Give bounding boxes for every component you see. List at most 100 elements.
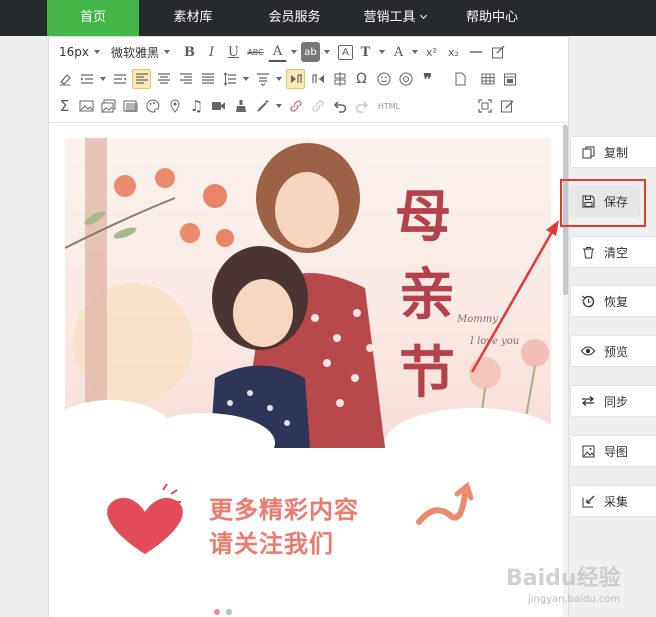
nav-help-center[interactable]: 帮助中心 bbox=[447, 0, 537, 36]
text-format-dropdown[interactable] bbox=[378, 42, 386, 62]
special-char-button[interactable]: Ω bbox=[352, 69, 371, 89]
map-pin-icon bbox=[169, 99, 180, 113]
magic-wand-icon bbox=[256, 100, 268, 112]
align-justify-button[interactable] bbox=[198, 69, 217, 89]
subscript-button[interactable]: x₂ bbox=[444, 42, 463, 62]
nav-materials[interactable]: 素材库 bbox=[139, 0, 247, 36]
strikethrough-button[interactable]: ABC bbox=[246, 42, 265, 62]
font-size-select[interactable]: 16px bbox=[55, 42, 104, 62]
watermark-url: jingyan.baidu.com bbox=[528, 594, 621, 605]
superscript-button[interactable]: x² bbox=[422, 42, 441, 62]
line-height-dropdown[interactable] bbox=[242, 69, 250, 89]
underline-button[interactable]: U bbox=[224, 42, 243, 62]
new-doc-button[interactable] bbox=[450, 69, 469, 89]
magic-wand-dropdown[interactable] bbox=[275, 96, 283, 116]
indent-dropdown[interactable] bbox=[99, 69, 107, 89]
clear-button[interactable]: 清空 bbox=[570, 236, 656, 268]
nav-membership-label: 会员服务 bbox=[268, 10, 321, 25]
watermark-text: Baidu经验 bbox=[506, 566, 621, 591]
restore-button-label: 恢复 bbox=[604, 294, 629, 309]
italic-button[interactable]: I bbox=[202, 42, 221, 62]
insert-image-button[interactable] bbox=[77, 96, 96, 116]
toolbar-row-2: Ω ❞ bbox=[55, 67, 522, 91]
edit-mode-button[interactable] bbox=[497, 96, 516, 116]
template-button[interactable] bbox=[500, 69, 519, 89]
undo-button[interactable] bbox=[330, 96, 349, 116]
nav-marketing-tools[interactable]: 营销工具 bbox=[342, 0, 447, 36]
banner-title-char-3: 节 bbox=[399, 340, 455, 406]
align-left-button[interactable] bbox=[132, 69, 151, 89]
preview-button[interactable]: 预览 bbox=[570, 335, 656, 367]
mention-button[interactable] bbox=[396, 69, 415, 89]
link-button[interactable] bbox=[286, 96, 305, 116]
copy-button[interactable]: 复制 bbox=[570, 136, 656, 168]
nav-membership[interactable]: 会员服务 bbox=[247, 0, 342, 36]
formula-button[interactable]: Σ bbox=[55, 96, 74, 116]
eraser-icon bbox=[59, 74, 71, 86]
palette-icon bbox=[145, 99, 159, 113]
scrawl-button[interactable] bbox=[143, 96, 162, 116]
outdent-button[interactable] bbox=[110, 69, 129, 89]
clear-format-button[interactable] bbox=[231, 96, 250, 116]
font-color-button[interactable]: A bbox=[268, 42, 288, 62]
nav-home[interactable]: 首页 bbox=[47, 0, 139, 36]
indent-icon bbox=[80, 74, 93, 84]
copy-icon bbox=[581, 145, 595, 159]
ltr-direction-button[interactable] bbox=[286, 69, 305, 89]
horizontal-line-icon bbox=[469, 51, 482, 53]
map-button[interactable] bbox=[165, 96, 184, 116]
unlink-button[interactable] bbox=[308, 96, 327, 116]
align-center-button[interactable] bbox=[154, 69, 173, 89]
horizontal-rule-button[interactable] bbox=[466, 42, 485, 62]
align-justify-icon bbox=[201, 73, 214, 84]
align-right-button[interactable] bbox=[176, 69, 195, 89]
line-height-button[interactable] bbox=[220, 69, 239, 89]
chevron-down-icon bbox=[324, 50, 331, 54]
font-family-select[interactable]: 微软雅黑 bbox=[107, 42, 174, 62]
mothers-day-banner-image: 母 亲 节 Mommy I love you bbox=[65, 138, 551, 448]
clear-button-label: 清空 bbox=[604, 245, 629, 260]
image-icon bbox=[581, 444, 595, 458]
nav-materials-label: 素材库 bbox=[173, 10, 213, 25]
copy-button-label: 复制 bbox=[604, 145, 629, 160]
text-case-dropdown[interactable] bbox=[411, 42, 419, 62]
paragraph-spacing-button[interactable] bbox=[253, 69, 272, 89]
background-color-dropdown[interactable] bbox=[323, 42, 331, 62]
history-icon bbox=[581, 294, 595, 308]
rtl-direction-button[interactable] bbox=[308, 69, 327, 89]
banner-title-char-2: 亲 bbox=[399, 262, 455, 328]
music-button[interactable]: ♫ bbox=[187, 96, 206, 116]
broom-icon bbox=[235, 100, 246, 112]
fullscreen-button[interactable] bbox=[475, 96, 494, 116]
window-icon bbox=[123, 100, 138, 112]
eye-icon bbox=[581, 344, 595, 358]
border-text-button[interactable]: A bbox=[338, 44, 354, 60]
magic-wand-button[interactable] bbox=[253, 96, 272, 116]
editor-content[interactable]: 母 亲 节 Mommy I love you 更多精彩内容 请关注我们 bbox=[49, 124, 568, 617]
indent-button[interactable] bbox=[77, 69, 96, 89]
redo-button[interactable] bbox=[352, 96, 371, 116]
multi-image-button[interactable] bbox=[99, 96, 118, 116]
export-image-button[interactable]: 导图 bbox=[570, 435, 656, 467]
text-format-button[interactable]: T bbox=[356, 42, 375, 62]
sync-button[interactable]: 同步 bbox=[570, 385, 656, 417]
html-source-button[interactable]: HTML bbox=[374, 96, 404, 116]
eraser-button[interactable] bbox=[55, 69, 74, 89]
at-sign-icon bbox=[399, 72, 412, 86]
background-color-button[interactable]: ab bbox=[301, 42, 321, 62]
table-button[interactable] bbox=[478, 69, 497, 89]
background-image-button[interactable] bbox=[121, 96, 140, 116]
format-painter-button[interactable] bbox=[330, 69, 349, 89]
collect-button[interactable]: 采集 bbox=[570, 485, 656, 517]
edit-external-button[interactable] bbox=[488, 42, 507, 62]
restore-button[interactable]: 恢复 bbox=[570, 285, 656, 317]
quote-button[interactable]: ❞ bbox=[418, 69, 437, 89]
bold-button[interactable]: B bbox=[180, 42, 199, 62]
emoji-button[interactable] bbox=[374, 69, 393, 89]
table-icon bbox=[481, 73, 494, 85]
text-case-button[interactable]: A bbox=[389, 42, 408, 62]
font-color-dropdown[interactable] bbox=[290, 42, 298, 62]
align-left-icon bbox=[135, 73, 148, 84]
video-button[interactable] bbox=[209, 96, 228, 116]
paragraph-spacing-dropdown[interactable] bbox=[275, 69, 283, 89]
